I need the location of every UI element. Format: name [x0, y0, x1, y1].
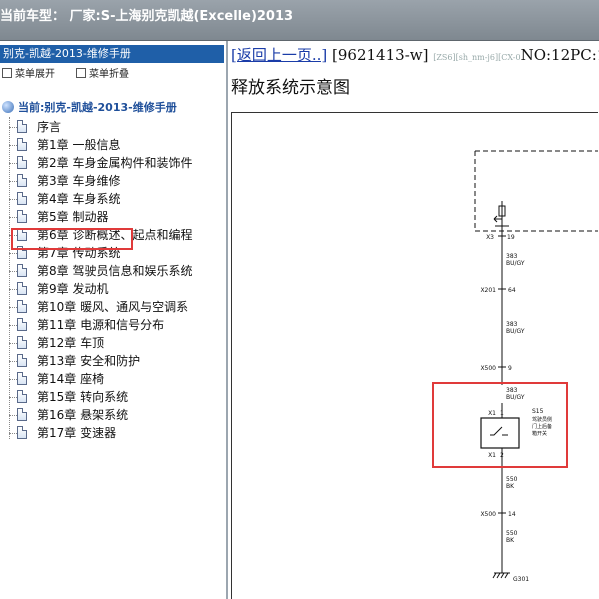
conn-top-pin: 19: [507, 234, 515, 241]
document-icon: [17, 426, 27, 439]
nav-pane-header: 别克-凯越-2013-维修手册: [0, 45, 224, 63]
conn-mid-ref: X201: [480, 287, 496, 294]
document-title: 释放系统示意图: [231, 78, 350, 98]
switch-desc-2: 门上后备: [532, 423, 552, 430]
doc-meta: [ZS6][sh_nm-j6][CX-0: [433, 53, 521, 62]
conn-low-ref: X500: [480, 365, 496, 372]
document-icon: [17, 390, 27, 403]
back-link[interactable]: [返回上一页..]: [231, 46, 327, 64]
switch-bottom-pin: 2: [500, 452, 504, 459]
wiring-diagram: X3 19 383 BU/GY X201 64 383 BU/GY X500 9…: [231, 112, 598, 599]
wire3-circuit: 383: [506, 387, 518, 394]
document-icon: [17, 120, 27, 133]
ground-icon: [492, 572, 510, 579]
document-pane: [返回上一页..] [9621413-w] [ZS6][sh_nm-j6][CX…: [229, 41, 599, 599]
wiring-diagram-svg: X3 19 383 BU/GY X201 64 383 BU/GY X500 9…: [432, 150, 598, 583]
document-icon: [17, 408, 27, 421]
collapse-icon: [76, 68, 86, 78]
wire2-circuit: 383: [506, 321, 518, 328]
switch-top-ref: X1: [488, 410, 496, 417]
conn-bottom-pin: 14: [508, 511, 516, 518]
module-arrow-icon: [493, 215, 502, 223]
conn-bottom-ref: X500: [480, 511, 496, 518]
switch-contact-icon: [490, 426, 508, 436]
switch-desc-3: 箱开关: [532, 430, 547, 437]
doc-id: [9621413-w]: [332, 46, 429, 64]
window-titlebar: 当前车型： 厂家:S-上海别克凯越(Excelle)2013: [0, 0, 599, 41]
switch-desc-1: 驾驶员侧: [532, 416, 552, 423]
doc-nav-row: [返回上一页..] [9621413-w] [ZS6][sh_nm-j6][CX…: [231, 44, 599, 65]
selected-item-highlight: [11, 228, 133, 250]
wire5-circuit: 550: [506, 530, 518, 537]
navigation-pane: 别克-凯越-2013-维修手册 菜单展开 菜单折叠 当前:别克-凯越-2013-…: [0, 41, 228, 599]
wire3-color: BU/GY: [506, 394, 525, 401]
conn-low-pin: 9: [508, 365, 512, 372]
wire4-circuit: 550: [506, 476, 518, 483]
menu-toolbar: 菜单展开 菜单折叠: [0, 66, 224, 84]
document-icon: [17, 210, 27, 223]
document-icon: [17, 264, 27, 277]
module-dashed-box: [474, 150, 598, 232]
switch-ref: S15: [532, 408, 544, 415]
expand-icon: [2, 68, 12, 78]
menu-expand-button[interactable]: 菜单展开: [2, 66, 55, 84]
wire4-color: BK: [506, 483, 515, 490]
document-icon: [17, 138, 27, 151]
wire2-color: BU/GY: [506, 328, 525, 335]
document-icon: [17, 300, 27, 313]
document-icon: [17, 192, 27, 205]
wire1-color: BU/GY: [506, 260, 525, 267]
document-icon: [17, 336, 27, 349]
page-info: NO:12PC:1 .: [520, 46, 599, 64]
window-title: 当前车型： 厂家:S-上海别克凯越(Excelle)2013: [0, 9, 294, 24]
ground-label: G301: [513, 576, 529, 583]
document-icon: [17, 282, 27, 295]
switch-top-pin: 1: [500, 410, 504, 417]
switch-bottom-ref: X1: [488, 452, 496, 459]
conn-top-ref: X3: [486, 234, 494, 241]
wire5-color: BK: [506, 537, 515, 544]
switch-box: [480, 417, 520, 449]
conn-mid-pin: 64: [508, 287, 516, 294]
document-icon: [17, 372, 27, 385]
tree-connector-line: [9, 117, 10, 439]
document-icon: [17, 156, 27, 169]
globe-icon: [2, 101, 14, 113]
document-icon: [17, 174, 27, 187]
document-icon: [17, 318, 27, 331]
document-icon: [17, 354, 27, 367]
menu-collapse-button[interactable]: 菜单折叠: [76, 66, 129, 84]
tree-root-node[interactable]: 当前:别克-凯越-2013-维修手册: [2, 99, 177, 115]
wire1-circuit: 383: [506, 253, 518, 260]
